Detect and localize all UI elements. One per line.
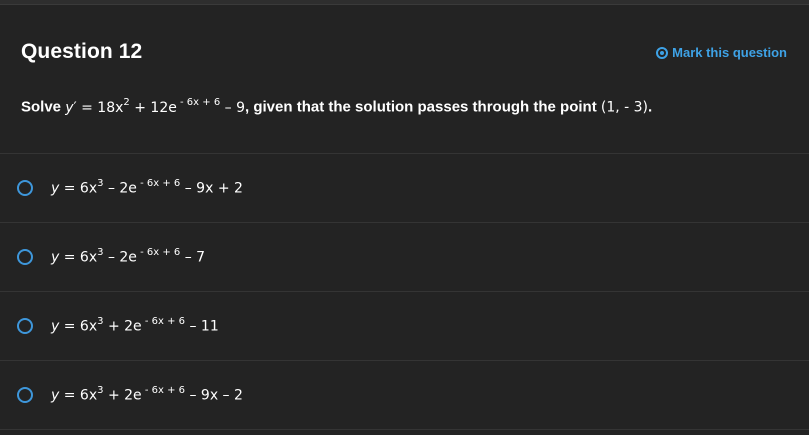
prompt-period: . bbox=[648, 98, 653, 116]
answer-option-text: y = 6x3 + 2e - 6x + 6 – 11 bbox=[51, 316, 219, 335]
prompt-mid: + 12e bbox=[129, 99, 177, 116]
opt-cube: 3 bbox=[97, 247, 104, 259]
answer-option-2[interactable]: y = 6x3 – 2e - 6x + 6 – 7 bbox=[0, 223, 809, 291]
opt-tail: – 7 bbox=[180, 249, 206, 266]
radio-mark-icon bbox=[656, 46, 669, 59]
opt-mid: – 2e bbox=[103, 249, 137, 266]
radio-button-icon[interactable] bbox=[17, 180, 33, 196]
prompt-exponent: - 6x + 6 bbox=[176, 97, 221, 108]
radio-button-icon[interactable] bbox=[17, 318, 33, 334]
opt-tail: – 11 bbox=[185, 318, 219, 335]
opt-cube: 3 bbox=[97, 316, 104, 328]
opt-lead: = 6x bbox=[59, 387, 98, 404]
opt-cube: 3 bbox=[97, 385, 104, 397]
prompt-point: (1, - 3) bbox=[600, 99, 648, 116]
prompt-equation: y′ = 18x2 + 12e - 6x + 6 – 9 bbox=[65, 97, 246, 116]
mark-question-label: Mark this question bbox=[672, 45, 787, 60]
prompt-end: – 9 bbox=[220, 99, 246, 116]
opt-lead: = 6x bbox=[59, 318, 98, 335]
question-prompt: Solve y′ = 18x2 + 12e - 6x + 6 – 9, give… bbox=[21, 97, 653, 116]
answer-option-3[interactable]: y = 6x3 + 2e - 6x + 6 – 11 bbox=[0, 292, 809, 360]
opt-mid: + 2e bbox=[103, 387, 142, 404]
prompt-eq: = 18x bbox=[76, 99, 124, 116]
opt-exponent: - 6x + 6 bbox=[141, 316, 186, 328]
opt-mid: + 2e bbox=[103, 318, 142, 335]
opt-lead: = 6x bbox=[59, 249, 98, 266]
answer-option-text: y = 6x3 – 2e - 6x + 6 – 7 bbox=[51, 247, 206, 266]
answer-option-text: y = 6x3 – 2e - 6x + 6 – 9x + 2 bbox=[51, 178, 243, 197]
radio-button-icon[interactable] bbox=[17, 387, 33, 403]
prompt-square: 2 bbox=[123, 97, 130, 108]
opt-mid: – 2e bbox=[103, 180, 137, 197]
question-card: Question 12 Mark this question Solve y′ … bbox=[0, 5, 809, 435]
opt-tail: – 9x – 2 bbox=[185, 387, 243, 404]
opt-exponent: - 6x + 6 bbox=[136, 247, 181, 259]
divider bbox=[0, 429, 809, 430]
opt-tail: – 9x + 2 bbox=[180, 180, 243, 197]
answer-option-1[interactable]: y = 6x3 – 2e - 6x + 6 – 9x + 2 bbox=[0, 154, 809, 222]
answer-option-text: y = 6x3 + 2e - 6x + 6 – 9x – 2 bbox=[51, 385, 243, 404]
mark-question-button[interactable]: Mark this question bbox=[656, 45, 787, 60]
opt-lead: = 6x bbox=[59, 180, 98, 197]
opt-exponent: - 6x + 6 bbox=[136, 178, 181, 190]
prompt-given: , given that the solution passes through… bbox=[245, 98, 601, 116]
answer-option-4[interactable]: y = 6x3 + 2e - 6x + 6 – 9x – 2 bbox=[0, 361, 809, 429]
opt-exponent: - 6x + 6 bbox=[141, 385, 186, 397]
prompt-solve: Solve bbox=[21, 98, 66, 116]
question-title: Question 12 bbox=[21, 40, 143, 63]
opt-cube: 3 bbox=[97, 178, 104, 190]
radio-button-icon[interactable] bbox=[17, 249, 33, 265]
